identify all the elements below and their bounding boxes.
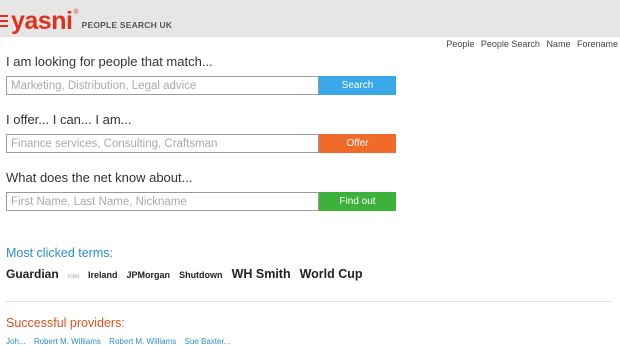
site-header: yasni ® PEOPLE SEARCH UK (0, 0, 620, 37)
provider-link[interactable]: Robert M. Williams (109, 337, 176, 346)
term-link[interactable]: WH Smith (232, 267, 291, 281)
logo-tagline: PEOPLE SEARCH UK (81, 20, 173, 30)
providers-heading: Successful providers: (6, 316, 125, 330)
most-clicked-heading: Most clicked terms: (6, 246, 113, 260)
offer-label: I offer... I can... I am... (6, 112, 132, 127)
most-clicked-terms: Guardian Intel Ireland JPMorgan Shutdown… (6, 267, 372, 281)
people-search-input[interactable] (6, 76, 319, 95)
offer-form: Offer (6, 134, 396, 153)
offer-input[interactable] (6, 134, 319, 153)
name-search-form: Find out (6, 192, 396, 211)
top-links: People People Search Name Forename (442, 39, 618, 49)
term-link[interactable]: Ireland (88, 270, 118, 280)
name-search-input[interactable] (6, 192, 319, 211)
top-link-name[interactable]: Name (546, 39, 570, 49)
yasni-logo[interactable]: yasni ® PEOPLE SEARCH UK (0, 8, 172, 34)
logo-registered-mark: ® (73, 9, 79, 16)
search-button[interactable]: Search (319, 76, 396, 95)
offer-button[interactable]: Offer (319, 134, 396, 153)
top-link-people[interactable]: People (446, 39, 474, 49)
term-link[interactable]: Guardian (6, 267, 59, 281)
logo-bars-icon (0, 15, 10, 29)
top-link-people-search[interactable]: People Search (481, 39, 540, 49)
term-link[interactable]: Shutdown (179, 270, 223, 280)
provider-link[interactable]: Robert M. Williams (34, 337, 101, 346)
find-out-button[interactable]: Find out (319, 192, 396, 211)
term-link[interactable]: JPMorgan (127, 270, 171, 280)
people-search-form: Search (6, 76, 396, 95)
logo-text: yasni (11, 7, 73, 35)
term-link[interactable]: Intel (68, 274, 79, 280)
top-link-forename[interactable]: Forename (577, 39, 618, 49)
provider-link[interactable]: Sue Baxter... (185, 337, 231, 346)
term-link[interactable]: World Cup (300, 267, 363, 281)
provider-link[interactable]: Joh... (6, 337, 26, 346)
net-know-label: What does the net know about... (6, 170, 193, 185)
section-divider (6, 301, 612, 302)
providers-list: Joh... Robert M. Williams Robert M. Will… (6, 337, 236, 346)
people-search-label: I am looking for people that match... (6, 54, 213, 69)
